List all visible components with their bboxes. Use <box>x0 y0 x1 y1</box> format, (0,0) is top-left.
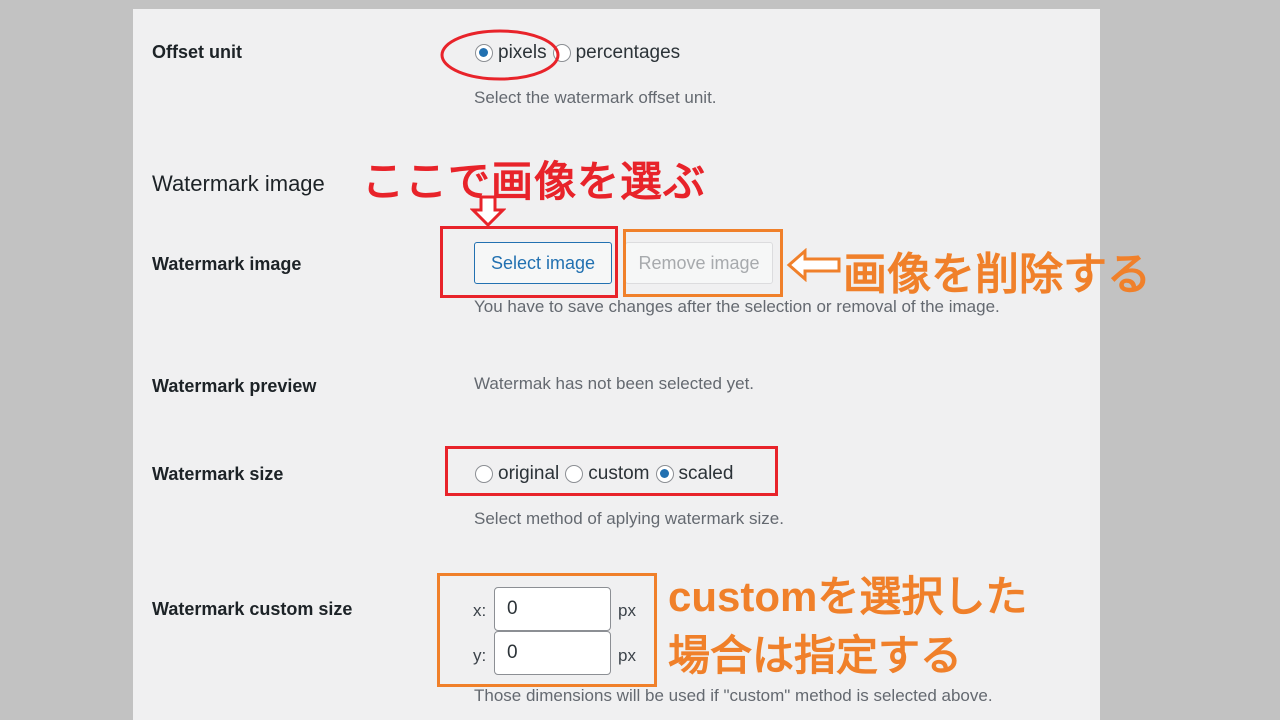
left-arrow-icon <box>786 248 841 282</box>
watermark-custom-size-description: Those dimensions will be used if "custom… <box>474 686 993 705</box>
watermark-preview-text: Watermak has not been selected yet. <box>474 374 755 393</box>
annotation-select-here: ここで画像を選ぶ <box>362 158 707 205</box>
annotation-custom-line1: customを選択した <box>668 573 1028 620</box>
watermark-preview-label: Watermark preview <box>152 376 317 396</box>
down-arrow-icon <box>470 195 506 227</box>
watermark-custom-size-label: Watermark custom size <box>152 599 353 619</box>
watermark-size-highlight-box <box>445 446 778 496</box>
watermark-size-label: Watermark size <box>152 464 284 484</box>
watermark-size-description: Select method of aplying watermark size. <box>474 509 784 528</box>
pixels-highlight-ellipse <box>440 29 560 81</box>
annotation-custom-line2: 場合は指定する <box>668 632 963 679</box>
remove-image-highlight-box <box>623 229 783 297</box>
watermark-image-section-heading: Watermark image <box>152 171 325 196</box>
offset-unit-description: Select the watermark offset unit. <box>474 88 717 107</box>
offset-unit-label: Offset unit <box>152 42 242 62</box>
annotation-delete-image: 画像を削除する <box>843 250 1151 299</box>
custom-size-highlight-box <box>437 573 657 687</box>
offset-unit-option-percentages[interactable]: percentages <box>576 42 681 64</box>
watermark-image-label: Watermark image <box>152 254 302 274</box>
select-image-highlight-box <box>440 226 618 298</box>
